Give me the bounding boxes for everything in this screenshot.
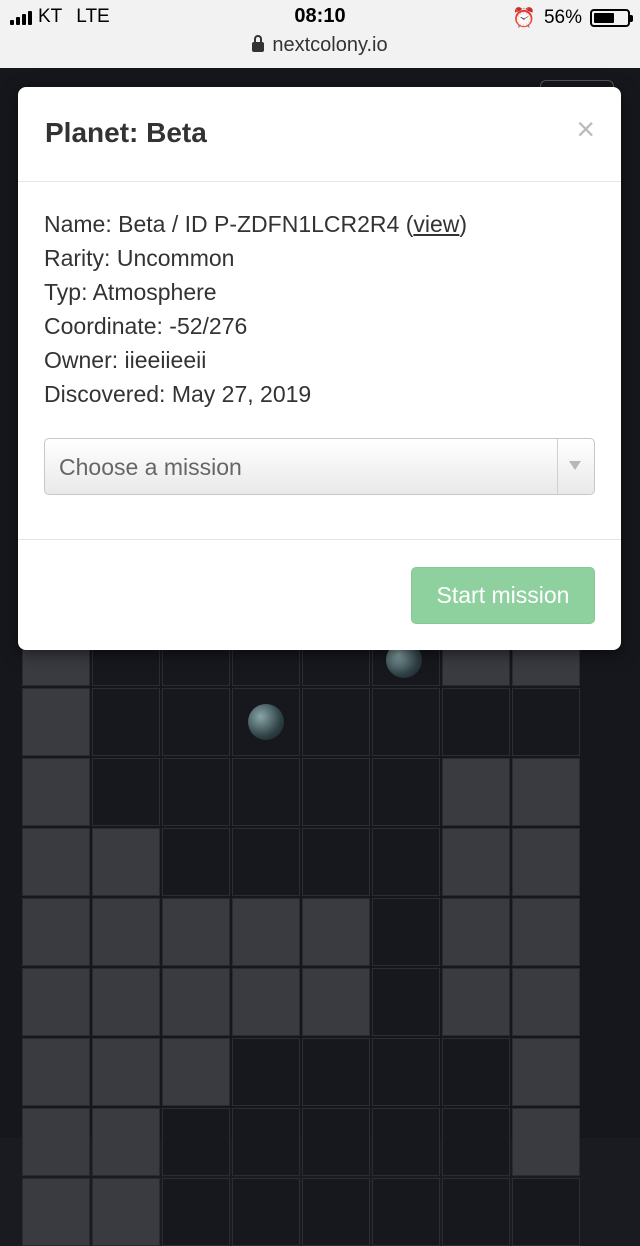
map-cell[interactable] [232,828,300,896]
map-cell[interactable] [302,1108,370,1176]
mission-select-arrow[interactable] [557,439,594,494]
map-cell[interactable] [372,828,440,896]
map-cell[interactable] [512,828,580,896]
url-text: nextcolony.io [272,34,388,56]
map-cell[interactable] [302,1178,370,1246]
map-cell[interactable] [442,688,510,756]
mission-select-placeholder: Choose a mission [59,454,242,480]
map-cell[interactable] [372,1108,440,1176]
start-mission-button[interactable]: Start mission [411,567,595,624]
map-cell[interactable] [372,1038,440,1106]
map-cell[interactable] [372,898,440,966]
map-cell[interactable] [92,1038,160,1106]
map-cell[interactable] [302,758,370,826]
map-cell[interactable] [512,758,580,826]
mission-select[interactable]: Choose a mission [44,438,595,495]
map-cell[interactable] [512,898,580,966]
rarity-line: Rarity: Uncommon [44,245,235,271]
map-cell[interactable] [22,1178,90,1246]
map-cell[interactable] [302,688,370,756]
modal-header: Planet: Beta × [18,87,621,182]
map-cell[interactable] [442,1038,510,1106]
map-cell[interactable] [442,1178,510,1246]
modal-title: Planet: Beta [45,117,207,148]
map-cell[interactable] [232,1038,300,1106]
map-cell[interactable] [512,968,580,1036]
map-cell[interactable] [372,688,440,756]
map-cell[interactable] [512,1038,580,1106]
map-cell[interactable] [22,1108,90,1176]
footer-divider [18,539,621,540]
map-cell[interactable] [162,898,230,966]
planet-name-suffix: ) [459,211,468,237]
map-cell[interactable] [162,968,230,1036]
map-cell[interactable] [372,758,440,826]
map-grid[interactable] [22,618,582,1246]
planet-modal: Planet: Beta × Name: Beta / ID P-ZDFN1LC… [18,87,621,650]
map-cell[interactable] [232,758,300,826]
map-cell[interactable] [92,1178,160,1246]
address-bar[interactable]: nextcolony.io [0,34,640,57]
map-cell[interactable] [22,758,90,826]
map-cell[interactable] [92,1108,160,1176]
map-cell[interactable] [442,828,510,896]
lock-icon [252,35,265,52]
map-cell[interactable] [442,968,510,1036]
map-cell[interactable] [512,1178,580,1246]
map-cell[interactable] [512,1108,580,1176]
alarm-icon: ⏰ [512,8,536,29]
battery-percent: 56% [543,7,582,28]
planet-marker[interactable] [248,704,284,740]
map-cell[interactable] [302,968,370,1036]
map-cell[interactable] [92,688,160,756]
planet-name-line: Name: Beta / ID P-ZDFN1LCR2R4 (view) [44,207,596,241]
map-cell[interactable] [162,688,230,756]
coordinate-line: Coordinate: -52/276 [44,313,248,339]
map-cell[interactable] [512,688,580,756]
planet-info: Name: Beta / ID P-ZDFN1LCR2R4 (view) Rar… [44,207,596,411]
map-cell[interactable] [162,828,230,896]
map-cell[interactable] [22,828,90,896]
battery-icon [590,9,633,27]
map-cell[interactable] [302,828,370,896]
map-cell[interactable] [442,898,510,966]
map-cell[interactable] [162,1178,230,1246]
map-cell[interactable] [302,1038,370,1106]
chevron-down-icon [569,461,581,470]
map-cell[interactable] [232,898,300,966]
discovered-line: Discovered: May 27, 2019 [44,381,312,407]
map-cell[interactable] [372,968,440,1036]
map-cell[interactable] [162,758,230,826]
map-cell[interactable] [22,968,90,1036]
map-cell[interactable] [92,758,160,826]
map-cell[interactable] [162,1108,230,1176]
view-link[interactable]: view [413,211,459,237]
map-cell[interactable] [442,758,510,826]
map-cell[interactable] [22,1038,90,1106]
map-cell[interactable] [162,1038,230,1106]
map-cell[interactable] [92,898,160,966]
map-cell[interactable] [442,1108,510,1176]
map-cell[interactable] [22,898,90,966]
type-line: Typ: Atmosphere [44,279,217,305]
owner-line: Owner: iieeiieeii [44,347,207,373]
status-bar: KT LTE 08:10 ⏰ 56% nextcolony.io [0,0,640,68]
map-cell[interactable] [232,1178,300,1246]
planet-name-text: Name: Beta / ID P-ZDFN1LCR2R4 ( [44,211,414,237]
map-cell[interactable] [92,968,160,1036]
map-cell[interactable] [302,898,370,966]
map-cell[interactable] [22,688,90,756]
map-cell[interactable] [92,828,160,896]
map-cell[interactable] [372,1178,440,1246]
map-cell[interactable] [232,1108,300,1176]
map-cell[interactable] [232,968,300,1036]
status-right: ⏰ 56% [512,6,633,30]
close-icon[interactable]: × [576,113,595,145]
